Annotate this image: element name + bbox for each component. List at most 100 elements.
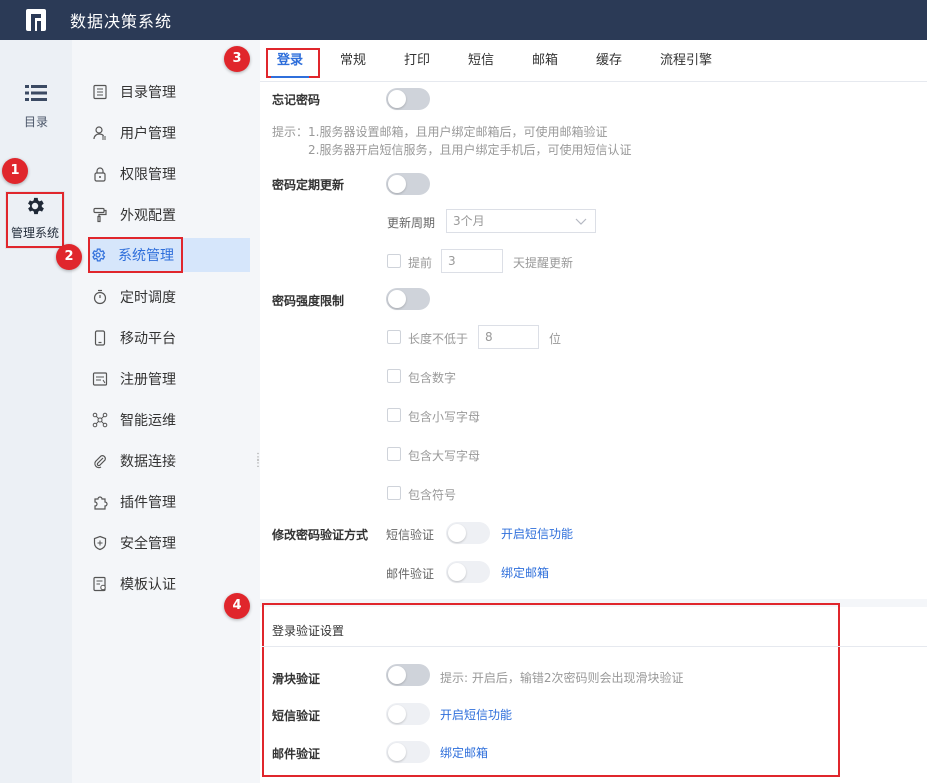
main-content: 登录 常规 打印 短信 邮箱 缓存 流程引擎 忘记密码 提示：1.服务器设置邮箱… — [260, 40, 927, 783]
menu-item-security[interactable]: 安全管理 — [90, 526, 260, 560]
forgot-password-toggle[interactable] — [386, 88, 430, 110]
menu-label: 注册管理 — [120, 372, 176, 388]
include-symbols-label: 包含符号 — [408, 488, 457, 502]
tab-print[interactable]: 打印 — [404, 40, 430, 82]
min-length-checkbox[interactable] — [387, 330, 401, 344]
advance-days-input[interactable]: 3 — [441, 249, 503, 273]
tab-workflow-engine[interactable]: 流程引擎 — [660, 40, 712, 82]
menu-label: 智能运维 — [120, 413, 176, 429]
menu-label: 用户管理 — [120, 126, 176, 142]
password-update-toggle[interactable] — [386, 173, 430, 195]
slider-verify-hint: 提示: 开启后，输错2次密码则会出现滑块验证 — [440, 671, 684, 685]
top-bar: 数据决策系统 — [0, 0, 927, 40]
modify-email-label: 邮件验证 — [386, 567, 435, 581]
include-digits-checkbox[interactable] — [387, 369, 401, 383]
menu-label: 权限管理 — [120, 167, 176, 183]
tab-sms[interactable]: 短信 — [468, 40, 494, 82]
menu-label: 模板认证 — [120, 577, 176, 593]
step-badge-2: 2 — [56, 244, 82, 270]
section-rule — [262, 646, 927, 647]
network-icon — [92, 412, 108, 428]
system-menu: 目录管理 用户管理 权限管理 外观配置 系统管理 定时调度 移动平台 注册管理 … — [72, 40, 260, 783]
menu-label: 定时调度 — [120, 290, 176, 306]
menu-item-mobile[interactable]: 移动平台 — [90, 321, 260, 355]
min-length-input[interactable]: 8 — [478, 325, 539, 349]
user-icon — [92, 125, 108, 141]
include-lower-label: 包含小写字母 — [408, 410, 481, 424]
menu-item-register[interactable]: 注册管理 — [90, 362, 260, 396]
plugin-icon — [92, 494, 108, 510]
slider-verify-label: 滑块验证 — [272, 672, 321, 686]
menu-item-permission-manage[interactable]: 权限管理 — [90, 157, 260, 191]
menu-label: 外观配置 — [120, 208, 176, 224]
resize-handle[interactable]: ⋮ ⋮ — [253, 453, 263, 475]
modify-sms-label: 短信验证 — [386, 528, 435, 542]
login-enable-sms-link[interactable]: 开启短信功能 — [440, 706, 512, 723]
update-period-value: 3个月 — [453, 214, 485, 228]
mobile-icon — [92, 330, 108, 346]
menu-item-ops[interactable]: 智能运维 — [90, 403, 260, 437]
slider-verify-toggle[interactable] — [386, 664, 430, 686]
modify-verify-label: 修改密码验证方式 — [272, 528, 369, 542]
highlight-box-3 — [266, 48, 320, 78]
min-length-unit: 位 — [549, 332, 562, 346]
tab-cache[interactable]: 缓存 — [596, 40, 622, 82]
paint-roller-icon — [92, 207, 108, 223]
advance-suffix: 天提醒更新 — [513, 256, 574, 270]
lock-icon — [92, 166, 108, 182]
include-upper-label: 包含大写字母 — [408, 449, 481, 463]
include-lower-checkbox[interactable] — [387, 408, 401, 422]
shield-icon — [92, 535, 108, 551]
forgot-password-label: 忘记密码 — [272, 93, 321, 107]
update-period-label: 更新周期 — [387, 216, 436, 230]
app-logo-icon[interactable] — [26, 9, 48, 31]
menu-item-schedule[interactable]: 定时调度 — [90, 280, 260, 314]
paperclip-icon — [92, 453, 108, 469]
menu-item-appearance[interactable]: 外观配置 — [90, 198, 260, 232]
rail-item-catalog[interactable]: 目录 — [0, 84, 72, 130]
enable-sms-link[interactable]: 开启短信功能 — [501, 525, 573, 542]
modify-sms-toggle[interactable] — [446, 522, 490, 544]
login-verify-title: 登录验证设置 — [272, 624, 345, 638]
strength-limit-label: 密码强度限制 — [272, 294, 345, 308]
login-sms-toggle[interactable] — [386, 703, 430, 725]
rail-label-catalog: 目录 — [23, 115, 48, 129]
min-length-label: 长度不低于 — [408, 332, 469, 346]
login-bind-email-link[interactable]: 绑定邮箱 — [440, 744, 488, 761]
verify-hint: 提示：1.服务器设置邮箱，且用户绑定邮箱后，可使用邮箱验证 2.服务器开启短信服… — [272, 123, 631, 159]
menu-item-user-manage[interactable]: 用户管理 — [90, 116, 260, 150]
strength-limit-toggle[interactable] — [386, 288, 430, 310]
tab-general[interactable]: 常规 — [340, 40, 366, 82]
step-badge-1: 1 — [2, 158, 28, 184]
tab-login[interactable]: 登录 — [266, 40, 320, 82]
step-badge-4: 4 — [224, 593, 250, 619]
rail-label-manage-system: 管理系统 — [10, 226, 59, 240]
menu-item-plugin[interactable]: 插件管理 — [90, 485, 260, 519]
hint-line-2: 2.服务器开启短信服务，且用户绑定手机后，可使用短信认证 — [308, 143, 632, 157]
rail-item-manage-system[interactable]: 管理系统 — [6, 192, 64, 248]
highlight-box-2 — [88, 237, 183, 273]
tab-email[interactable]: 邮箱 — [532, 40, 558, 82]
modify-email-toggle[interactable] — [446, 561, 490, 583]
include-symbols-checkbox[interactable] — [387, 486, 401, 500]
include-digits-label: 包含数字 — [408, 371, 457, 385]
chevron-down-icon — [575, 213, 587, 235]
catalog-icon — [92, 84, 108, 100]
menu-label: 插件管理 — [120, 495, 176, 511]
menu-label: 安全管理 — [120, 536, 176, 552]
include-upper-checkbox[interactable] — [387, 447, 401, 461]
list-icon — [0, 84, 72, 105]
password-update-label: 密码定期更新 — [272, 178, 345, 192]
menu-item-system-manage[interactable]: 系统管理 — [88, 237, 250, 273]
advance-reminder-checkbox[interactable] — [387, 254, 401, 268]
hint-line-1: 1.服务器设置邮箱，且用户绑定邮箱后，可使用邮箱验证 — [308, 125, 608, 139]
bind-email-link[interactable]: 绑定邮箱 — [501, 564, 549, 581]
update-period-select[interactable]: 3个月 — [446, 209, 596, 233]
menu-label: 数据连接 — [120, 454, 176, 470]
menu-item-data-connection[interactable]: 数据连接 — [90, 444, 260, 478]
advance-label: 提前 — [408, 256, 433, 270]
menu-item-catalog-manage[interactable]: 目录管理 — [90, 75, 260, 109]
hint-prefix: 提示： — [272, 125, 309, 139]
login-email-toggle[interactable] — [386, 741, 430, 763]
gear-icon — [8, 194, 62, 220]
